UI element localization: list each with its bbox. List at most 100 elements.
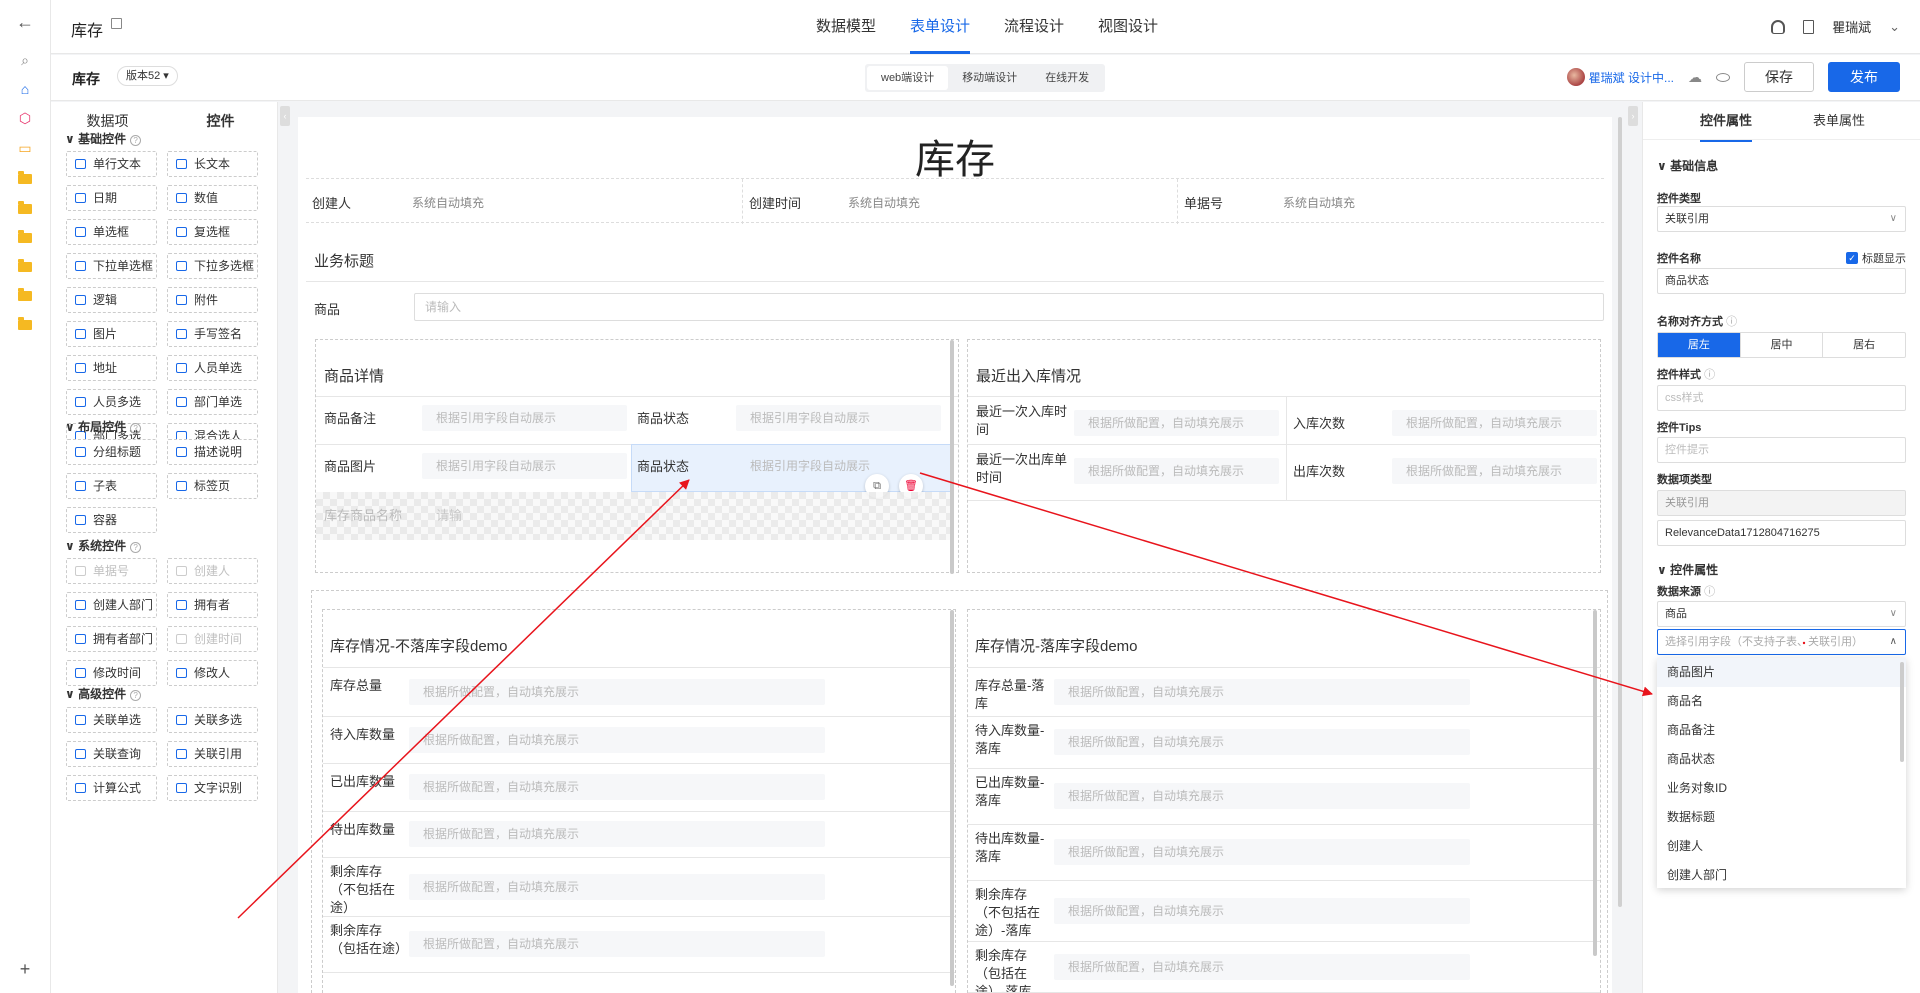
dropdown-option[interactable]: 创建人部门 (1657, 861, 1906, 888)
folder-icon[interactable] (16, 170, 34, 188)
control-item[interactable]: 拥有者部门 (66, 626, 157, 652)
control-item[interactable]: 拥有者 (167, 592, 258, 618)
control-item[interactable]: 日期 (66, 185, 157, 211)
user-name[interactable]: 瞿瑞斌 (1832, 17, 1871, 36)
control-item[interactable]: 长文本 (167, 151, 258, 177)
group-scrollbar[interactable] (950, 610, 954, 986)
field-input[interactable]: 根据所做配置，自动填充展示 (409, 774, 825, 800)
control-item[interactable]: 文字识别 (167, 775, 258, 801)
ref-field-select[interactable]: 选择引用字段（不支持子表、关联引用） ∧ (1657, 629, 1906, 655)
publish-button[interactable]: 发布 (1828, 62, 1900, 92)
back-arrow-icon[interactable]: ← (16, 12, 34, 32)
cloud-upload-icon[interactable]: ☁ (1688, 69, 1702, 86)
control-item[interactable]: 创建人部门 (66, 592, 157, 618)
section-control-props[interactable]: ∨ 控件属性 (1657, 561, 1718, 578)
tab-data-model[interactable]: 数据模型 (816, 0, 876, 54)
plus-icon[interactable]: + (16, 959, 34, 979)
collapse-left-handle[interactable]: ‹ (280, 106, 290, 126)
data-source-select[interactable]: 商品 ∨ (1657, 601, 1906, 627)
field-input[interactable]: 根据所做配置，自动填充展示 (409, 727, 825, 753)
field-input[interactable]: 根据所做配置，自动填充展示 (409, 931, 825, 957)
group-product-detail[interactable]: 商品详情 商品备注 根据引用字段自动展示 商品状态 根据引用字段自动展示 商品图… (315, 339, 959, 574)
control-item[interactable]: 下拉多选框 (167, 253, 258, 279)
dropdown-option[interactable]: 商品备注 (1657, 716, 1906, 745)
folder-icon[interactable] (16, 200, 34, 218)
section-system[interactable]: ∨ 系统控件? (65, 537, 142, 554)
control-item[interactable]: 描述说明 (167, 439, 258, 465)
control-item[interactable]: 单行文本 (66, 151, 157, 177)
folder-icon[interactable] (16, 316, 34, 334)
book-icon[interactable] (1803, 19, 1815, 34)
save-button[interactable]: 保存 (1744, 62, 1814, 92)
align-left-option[interactable]: 居左 (1658, 333, 1741, 357)
field-input[interactable]: 根据所做配置，自动填充展示 (1392, 410, 1597, 436)
field-input[interactable]: 根据所做配置，自动填充展示 (1054, 679, 1470, 705)
align-center-option[interactable]: 居中 (1741, 333, 1824, 357)
field-input[interactable]: 根据所做配置，自动填充展示 (1054, 839, 1470, 865)
search-icon[interactable]: ⌕ (16, 51, 34, 69)
tab-control-props[interactable]: 控件属性 (1700, 102, 1753, 142)
help-icon[interactable]: ? (130, 423, 142, 434)
control-item[interactable]: 单据号 (66, 558, 157, 584)
headset-icon[interactable] (1771, 19, 1786, 34)
field-input[interactable]: 根据所做配置，自动填充展示 (1054, 898, 1470, 924)
section-layout[interactable]: ∨ 布局控件? (65, 418, 142, 435)
cube-icon[interactable]: ⬡ (16, 109, 34, 127)
folder-icon[interactable] (16, 229, 34, 247)
control-item[interactable]: 创建人 (167, 558, 258, 584)
control-item[interactable]: 容器 (66, 507, 157, 533)
help-icon[interactable]: ? (130, 542, 142, 553)
field-input[interactable]: 根据所做配置，自动填充展示 (1054, 954, 1470, 980)
control-item[interactable]: 分组标题 (66, 439, 157, 465)
chevron-down-icon[interactable]: ⌄ (1889, 19, 1900, 35)
seg-online-dev[interactable]: 在线开发 (1031, 66, 1103, 90)
group-recent-inout[interactable]: 最近出入库情况 最近一次入库时间 根据所做配置，自动填充展示 入库次数 根据所做… (967, 339, 1601, 573)
field-input[interactable]: 根据所做配置，自动填充展示 (1392, 458, 1597, 484)
collapse-right-handle[interactable]: › (1628, 106, 1638, 126)
dropdown-scrollbar[interactable] (1900, 662, 1904, 762)
control-item[interactable]: 人员单选 (167, 355, 258, 381)
control-item[interactable]: 地址 (66, 355, 157, 381)
canvas-scrollbar[interactable] (1618, 117, 1622, 907)
dropdown-option[interactable]: 创建人 (1657, 832, 1906, 861)
control-item[interactable]: 标签页 (167, 473, 258, 499)
control-item[interactable]: 关联引用 (167, 741, 258, 767)
tips-input[interactable]: 控件提示 (1657, 437, 1906, 463)
help-icon[interactable]: ? (130, 690, 142, 701)
help-icon[interactable]: ⓘ (1704, 369, 1715, 381)
control-item[interactable]: 创建时间 (167, 626, 258, 652)
message-icon[interactable]: ▭ (16, 139, 34, 157)
section-advanced[interactable]: ∨ 高级控件? (65, 685, 142, 702)
control-item[interactable]: 数值 (167, 185, 258, 211)
show-title-checkbox[interactable]: ✓ 标题显示 (1846, 250, 1906, 266)
group-stock-virtual[interactable]: 库存情况-不落库字段demo 库存总量 根据所做配置，自动填充展示 待入库数量 根据所… (322, 609, 956, 993)
control-item[interactable]: 逻辑 (66, 287, 157, 313)
tab-controls[interactable]: 控件 (164, 102, 277, 140)
eye-icon[interactable] (1716, 72, 1730, 82)
field-input[interactable]: 根据所做配置，自动填充展示 (409, 821, 825, 847)
tab-flow-design[interactable]: 流程设计 (1004, 0, 1064, 54)
field-input[interactable]: 根据引用字段自动展示 (422, 453, 627, 479)
folder-icon[interactable] (16, 287, 34, 305)
field-input[interactable]: 根据所做配置，自动填充展示 (409, 679, 825, 705)
dropdown-option[interactable]: 商品名 (1657, 687, 1906, 716)
dropdown-option[interactable]: 数据标题 (1657, 803, 1906, 832)
dropdown-option[interactable]: 商品图片 (1657, 658, 1906, 687)
control-item[interactable]: 图片 (66, 321, 157, 347)
folder-icon[interactable] (16, 258, 34, 276)
control-type-select[interactable]: 关联引用 ∨ (1657, 206, 1906, 232)
control-item[interactable]: 人员多选 (66, 389, 157, 415)
control-name-input[interactable]: 商品状态 (1657, 268, 1906, 294)
tab-form-design[interactable]: 表单设计 (910, 0, 971, 54)
field-input[interactable]: 根据所做配置，自动填充展示 (409, 874, 825, 900)
external-link-icon[interactable] (111, 18, 122, 29)
version-select[interactable]: 版本52 ▾ (117, 66, 178, 86)
dropdown-option[interactable]: 商品状态 (1657, 745, 1906, 774)
control-item[interactable]: 修改时间 (66, 660, 157, 686)
group-scrollbar[interactable] (950, 340, 954, 574)
control-item[interactable]: 关联查询 (66, 741, 157, 767)
field-input[interactable]: 根据引用字段自动展示 (422, 405, 627, 431)
help-icon[interactable]: ? (130, 135, 142, 146)
seg-web[interactable]: web端设计 (867, 66, 949, 90)
control-item[interactable]: 手写签名 (167, 321, 258, 347)
